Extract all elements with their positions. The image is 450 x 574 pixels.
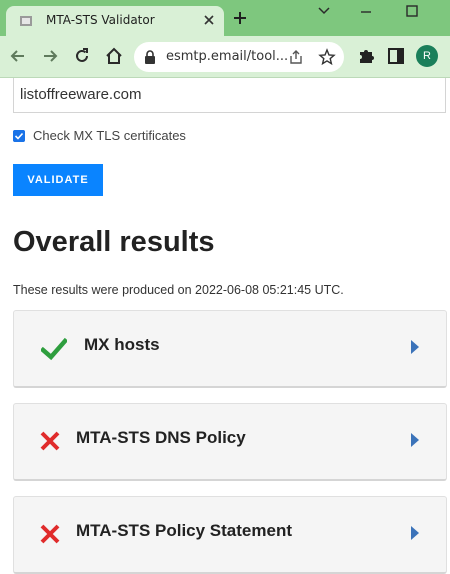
profile-avatar[interactable]: R: [416, 45, 438, 67]
result-title: MX hosts: [84, 335, 160, 354]
result-title: MTA-STS Policy Statement: [76, 521, 292, 540]
result-card-dns-policy[interactable]: MTA-STS DNS Policy: [13, 403, 447, 481]
validate-button[interactable]: VALIDATE: [13, 164, 103, 196]
domain-input[interactable]: listoffreeware.com: [13, 78, 446, 113]
result-card-policy-statement[interactable]: MTA-STS Policy Statement: [13, 496, 447, 574]
minimize-icon[interactable]: [358, 4, 374, 18]
page-favicon-icon: [20, 16, 32, 26]
close-icon[interactable]: [202, 13, 216, 27]
check-mx-label: Check MX TLS certificates: [33, 128, 186, 143]
side-panel-icon[interactable]: [386, 46, 406, 66]
address-bar[interactable]: esmtp.email/tool...: [134, 42, 344, 72]
maximize-icon[interactable]: [404, 4, 420, 18]
lock-icon[interactable]: [144, 50, 156, 64]
result-card-mx-hosts[interactable]: MX hosts: [13, 310, 447, 388]
extensions-puzzle-icon[interactable]: [356, 46, 376, 66]
results-timestamp: These results were produced on 2022-06-0…: [13, 283, 344, 297]
chevron-down-icon[interactable]: [316, 4, 332, 18]
cross-icon: [40, 524, 60, 544]
share-icon[interactable]: [288, 49, 304, 65]
check-mx-checkbox[interactable]: [13, 130, 25, 142]
url-text: esmtp.email/tool...: [166, 49, 289, 64]
reload-icon[interactable]: [72, 46, 92, 66]
bookmark-star-icon[interactable]: [318, 48, 336, 66]
domain-input-value: listoffreeware.com: [20, 86, 142, 103]
result-title: MTA-STS DNS Policy: [76, 428, 246, 447]
home-icon[interactable]: [104, 46, 124, 66]
forward-arrow-icon[interactable]: [40, 46, 60, 66]
cross-icon: [40, 431, 60, 451]
browser-toolbar: esmtp.email/tool...: [0, 36, 450, 78]
back-arrow-icon[interactable]: [8, 46, 28, 66]
browser-tabstrip: MTA-STS Validator: [0, 0, 450, 36]
tab-title: MTA-STS Validator: [46, 13, 155, 27]
check-icon: [41, 337, 67, 361]
results-heading: Overall results: [13, 226, 215, 258]
new-tab-icon[interactable]: [232, 10, 248, 26]
expand-arrow-icon[interactable]: [410, 339, 420, 355]
browser-tab[interactable]: MTA-STS Validator: [6, 6, 224, 36]
expand-arrow-icon[interactable]: [410, 525, 420, 541]
expand-arrow-icon[interactable]: [410, 432, 420, 448]
